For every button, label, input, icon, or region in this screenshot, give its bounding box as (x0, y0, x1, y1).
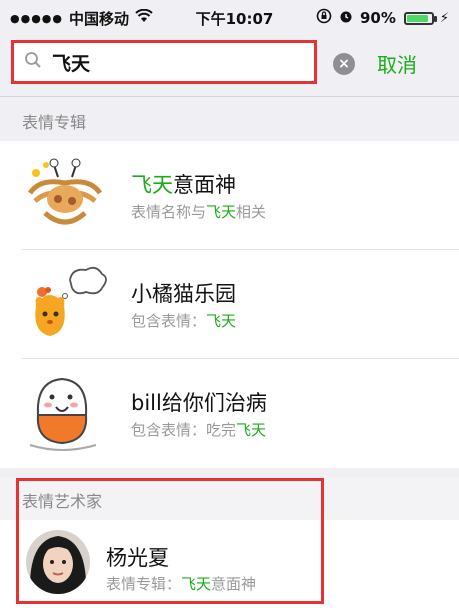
search-icon (24, 51, 42, 73)
album-title: 飞天意面神 (131, 173, 236, 197)
clock: 下午10:07 (195, 9, 274, 28)
avatar (26, 530, 90, 594)
battery-icon (403, 11, 437, 25)
album-item[interactable]: 小橘猫乐园 包含表情：飞天 (0, 250, 459, 359)
artist-subtitle: 表情专辑：飞天意面神 (106, 575, 257, 593)
charging-icon: ⚡ (439, 10, 449, 26)
album-title: 小橘猫乐园 (131, 282, 236, 306)
search-query: 飞天 (52, 52, 91, 75)
status-bar: ●●●●● 中国移动 下午10:07 90% ⚡ (0, 0, 459, 36)
section-header-artists: 表情艺术家 (0, 477, 459, 521)
battery-fill (406, 14, 428, 22)
search-input[interactable]: 飞天 (11, 40, 317, 84)
search-bar: 飞天 × 取消 (0, 36, 459, 97)
bill-doctor-sticker-icon (20, 371, 110, 455)
signal-strength-icon: ●●●●● (10, 11, 63, 25)
artist-item[interactable]: 杨光夏 表情专辑：飞天意面神 (0, 520, 459, 611)
section-header-label: 表情艺术家 (22, 492, 103, 511)
artist-name: 杨光夏 (106, 546, 169, 570)
cancel-button[interactable]: 取消 (377, 49, 417, 78)
carrier-label: 中国移动 (69, 9, 130, 28)
flying-spaghetti-monster-sticker-icon (20, 153, 110, 237)
album-subtitle: 包含表情：飞天 (131, 312, 237, 330)
wifi-icon (135, 8, 153, 27)
section-header-label: 表情专辑 (22, 113, 87, 132)
album-subtitle: 包含表情：吃完飞天 (131, 421, 267, 439)
album-item[interactable]: 飞天意面神 表情名称与飞天相关 (0, 141, 459, 250)
section-header-albums: 表情专辑 (0, 97, 459, 141)
album-subtitle: 表情名称与飞天相关 (131, 203, 267, 221)
rotation-lock-icon (316, 8, 332, 28)
alarm-icon (338, 8, 354, 28)
clear-search-icon[interactable]: × (333, 53, 355, 75)
album-title: bill给你们治病 (131, 391, 267, 415)
battery-percent: 90% (359, 9, 396, 27)
album-item[interactable]: bill给你们治病 包含表情：吃完飞天 (0, 359, 459, 468)
orange-cat-sticker-icon (20, 262, 110, 346)
